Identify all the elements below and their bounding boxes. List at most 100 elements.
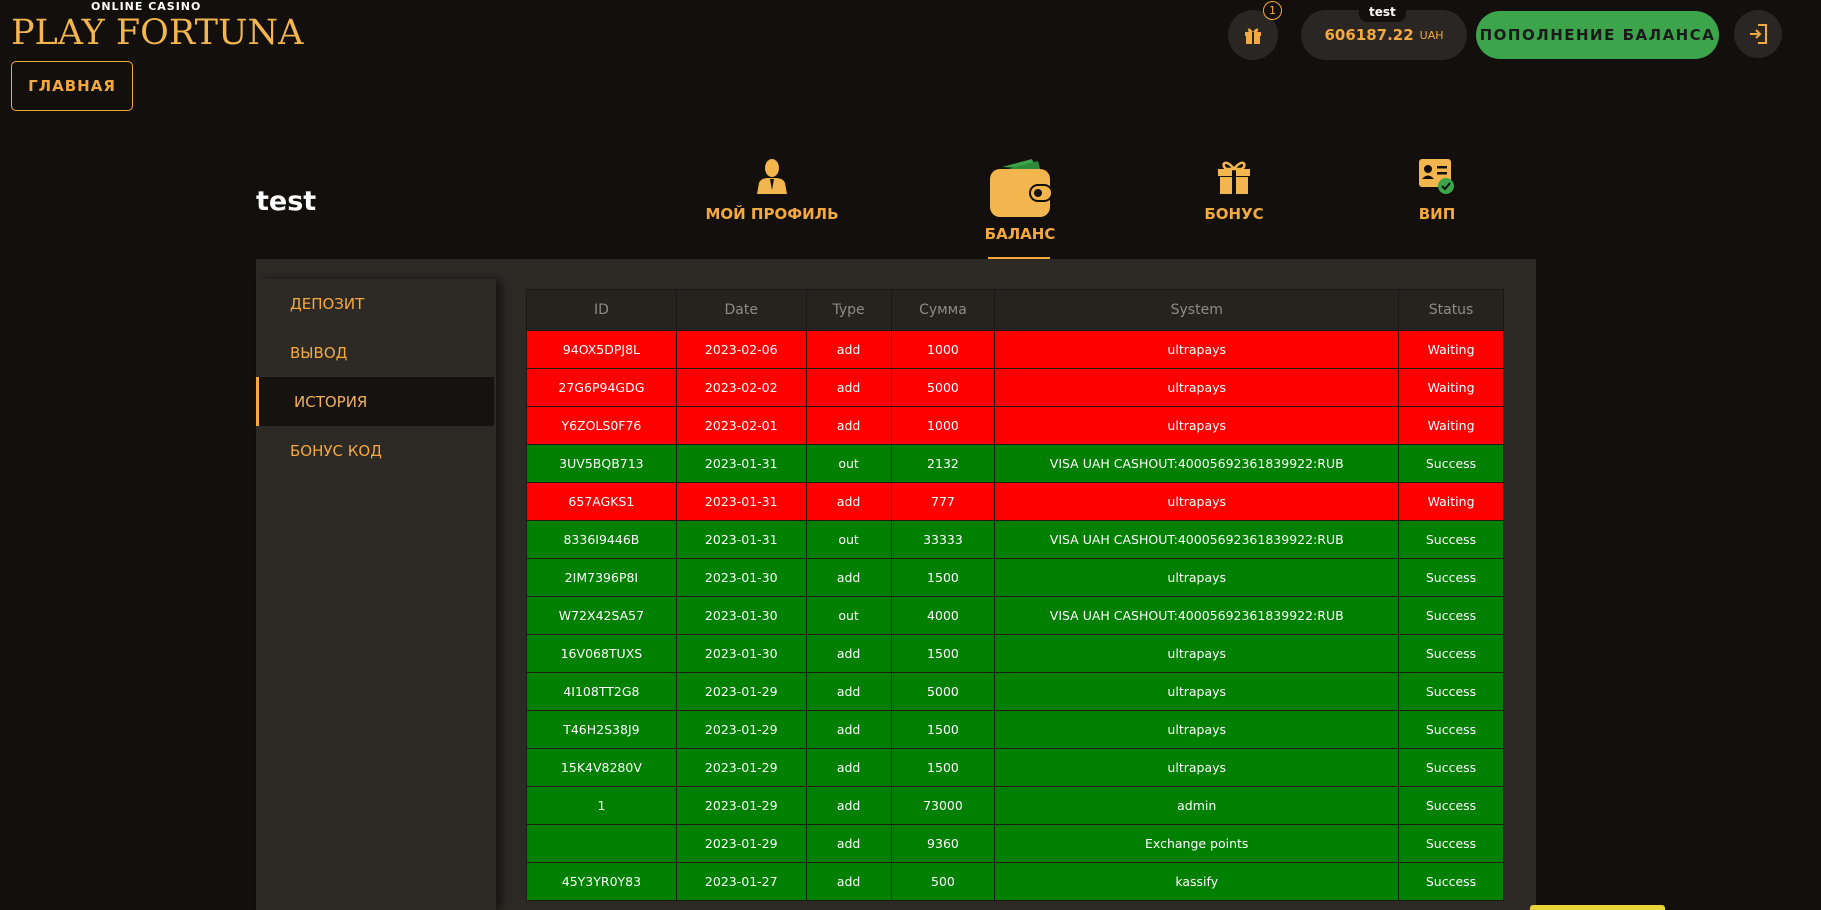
cell-amount: 500 <box>890 862 996 901</box>
cell-amount: 9360 <box>890 824 996 863</box>
cell-id: 27G6P94GDG <box>526 368 677 407</box>
cell-system: ultrapays <box>994 368 1400 407</box>
cell-system: VISA UAH CASHOUT:40005692361839922:RUB <box>994 520 1400 559</box>
table-row: T46H2S38J9 2023-01-29 add 1500 ultrapays Succ… <box>526 710 1504 749</box>
cell-date: 2023-02-02 <box>675 368 807 407</box>
vip-card-icon <box>1419 159 1454 194</box>
balance-currency: UAH <box>1419 28 1444 42</box>
column-header-type: Type <box>805 289 892 331</box>
cell-amount: 5000 <box>890 368 996 407</box>
home-button[interactable]: ГЛАВНАЯ <box>11 61 133 111</box>
cell-type: add <box>805 368 892 407</box>
tab-label: МОЙ ПРОФИЛЬ <box>705 205 839 223</box>
sidebar-item-bonus-code[interactable]: БОНУС КОД <box>256 426 494 475</box>
cell-id: 8336I9446B <box>526 520 677 559</box>
tab-vip[interactable]: ВИП <box>1412 157 1462 223</box>
cell-amount: 73000 <box>890 786 996 825</box>
cell-id: 657AGKS1 <box>526 482 677 521</box>
cell-date: 2023-01-29 <box>675 824 807 863</box>
table-row: 3UV5BQB713 2023-01-31 out 2132 VISA UAH CASH… <box>526 444 1504 483</box>
cell-status: Success <box>1398 558 1504 597</box>
table-row: 1 2023-01-29 add 73000 admin Success <box>526 786 1504 825</box>
column-header-system: System <box>994 289 1400 331</box>
cell-system: ultrapays <box>994 482 1400 521</box>
wallet-icon <box>990 159 1052 217</box>
account-sidebar: ДЕПОЗИТ ВЫВОД ИСТОРИЯ БОНУС КОД <box>256 279 496 910</box>
sidebar-item-deposit[interactable]: ДЕПОЗИТ <box>256 279 494 328</box>
cell-system: kassify <box>994 862 1400 901</box>
cell-system: Exchange points <box>994 824 1400 863</box>
gift-icon <box>1218 161 1250 194</box>
cell-id: 3UV5BQB713 <box>526 444 677 483</box>
cell-date: 2023-01-31 <box>675 520 807 559</box>
cell-status: Success <box>1398 596 1504 635</box>
cell-type: add <box>805 786 892 825</box>
cell-amount: 1000 <box>890 330 996 369</box>
profile-username: test <box>256 186 317 217</box>
cell-type: add <box>805 672 892 711</box>
table-row: Y6ZOLS0F76 2023-02-01 add 1000 ultrapays Wait… <box>526 406 1504 445</box>
user-icon <box>757 159 787 194</box>
table-row: W72X42SA57 2023-01-30 out 4000 VISA UAH CASH… <box>526 596 1504 635</box>
cell-amount: 4000 <box>890 596 996 635</box>
cell-type: add <box>805 862 892 901</box>
column-header-status: Status <box>1398 289 1504 331</box>
logout-button[interactable] <box>1734 10 1782 58</box>
cell-type: out <box>805 444 892 483</box>
table-row: 657AGKS1 2023-01-31 add 777 ultrapays Waiting <box>526 482 1504 521</box>
cell-date: 2023-01-30 <box>675 634 807 673</box>
floating-widget-tab[interactable] <box>1530 905 1665 910</box>
cell-system: admin <box>994 786 1400 825</box>
table-row: 15K4V8280V 2023-01-29 add 1500 ultrapays Succ… <box>526 748 1504 787</box>
cell-amount: 1500 <box>890 634 996 673</box>
transactions-table: ID Date Type Сумма System Status 94OX5DP… <box>526 289 1504 901</box>
cell-status: Success <box>1398 634 1504 673</box>
cell-date: 2023-01-31 <box>675 482 807 521</box>
balance-amount: 606187.22 <box>1324 26 1414 44</box>
cell-status: Waiting <box>1398 330 1504 369</box>
cell-status: Waiting <box>1398 368 1504 407</box>
cell-amount: 33333 <box>890 520 996 559</box>
cell-type: out <box>805 520 892 559</box>
cell-date: 2023-01-29 <box>675 672 807 711</box>
logo[interactable]: ONLINE CASINO PLAY FORTUNA <box>11 0 303 54</box>
logo-tagline: ONLINE CASINO <box>91 0 202 13</box>
table-row: 4I108TT2G8 2023-01-29 add 5000 ultrapays Succ… <box>526 672 1504 711</box>
tab-bonus[interactable]: БОНУС <box>1199 157 1269 223</box>
logout-icon <box>1750 24 1767 44</box>
cell-amount: 1500 <box>890 558 996 597</box>
tab-label: ВИП <box>1418 205 1456 223</box>
cell-status: Success <box>1398 748 1504 787</box>
cell-id: W72X42SA57 <box>526 596 677 635</box>
cell-status: Success <box>1398 672 1504 711</box>
cell-amount: 2132 <box>890 444 996 483</box>
username-tag: test <box>1359 2 1406 22</box>
cell-amount: 1000 <box>890 406 996 445</box>
cell-amount: 1500 <box>890 748 996 787</box>
cell-date: 2023-02-06 <box>675 330 807 369</box>
cell-status: Success <box>1398 824 1504 863</box>
table-row: 2023-01-29 add 9360 Exchange points Success <box>526 824 1504 863</box>
cell-system: ultrapays <box>994 406 1400 445</box>
tab-my-profile[interactable]: МОЙ ПРОФИЛЬ <box>705 157 839 223</box>
cell-status: Success <box>1398 520 1504 559</box>
cell-id: 16V068TUXS <box>526 634 677 673</box>
cell-amount: 5000 <box>890 672 996 711</box>
cell-system: ultrapays <box>994 330 1400 369</box>
cell-type: add <box>805 824 892 863</box>
tab-balance[interactable]: БАЛАНС <box>970 157 1070 243</box>
transactions-body: 94OX5DPJ8L 2023-02-06 add 1000 ultrapays Wait… <box>526 330 1504 901</box>
cell-date: 2023-01-31 <box>675 444 807 483</box>
cell-type: add <box>805 710 892 749</box>
cell-date: 2023-01-29 <box>675 748 807 787</box>
tab-label: БАЛАНС <box>984 225 1056 243</box>
cell-date: 2023-02-01 <box>675 406 807 445</box>
sidebar-item-history[interactable]: ИСТОРИЯ <box>256 377 494 426</box>
cell-type: add <box>805 558 892 597</box>
cell-type: add <box>805 748 892 787</box>
logo-wordmark: PLAY FORTUNA <box>11 13 304 53</box>
topup-balance-button[interactable]: ПОПОЛНЕНИЕ БАЛАНСА <box>1476 11 1719 59</box>
cell-system: ultrapays <box>994 748 1400 787</box>
table-row: 45Y3YR0Y83 2023-01-27 add 500 kassify Success <box>526 862 1504 901</box>
sidebar-item-withdraw[interactable]: ВЫВОД <box>256 328 494 377</box>
